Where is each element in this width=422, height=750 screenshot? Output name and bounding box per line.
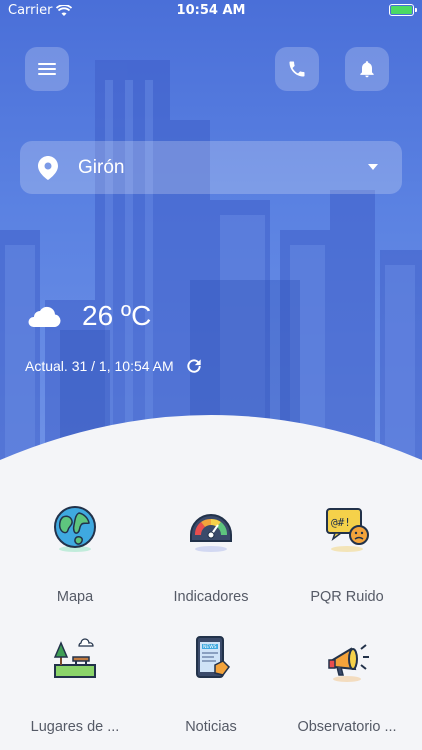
location-name: Girón — [78, 156, 125, 178]
last-update-text: Actual. 31 / 1, 10:54 AM — [25, 358, 174, 374]
last-update: Actual. 31 / 1, 10:54 AM — [25, 356, 204, 376]
noise-complaint-icon: @#! — [326, 508, 369, 552]
menu-item-label: PQR Ruido — [310, 589, 384, 605]
call-button[interactable] — [275, 47, 319, 91]
menu-item-observatorio[interactable]: Observatorio ... — [277, 635, 417, 745]
menu-item-indicadores[interactable]: Indicadores — [141, 505, 281, 615]
menu-item-noticias[interactable]: NEWS Noticias — [141, 635, 281, 745]
menu-item-lugares[interactable]: Lugares de ... — [5, 635, 145, 745]
status-time: 10:54 AM — [176, 3, 246, 18]
bell-icon — [360, 61, 374, 78]
menu-item-label: Mapa — [56, 589, 94, 605]
temperature: 26 ºC — [82, 300, 152, 331]
menu-item-pqr-ruido[interactable]: @#! PQR Ruido — [277, 505, 417, 615]
menu-item-label: Noticias — [185, 719, 237, 735]
svg-text:NEWS: NEWS — [203, 644, 217, 650]
menu-button[interactable] — [25, 47, 69, 91]
header-curve — [0, 415, 422, 480]
megaphone-icon — [328, 644, 369, 682]
cloud-icon — [28, 306, 61, 327]
menu-item-label: Lugares de ... — [30, 719, 120, 735]
park-icon — [53, 638, 96, 678]
menu-item-label: Indicadores — [173, 589, 249, 605]
battery-icon — [389, 4, 417, 16]
chevron-down-icon — [368, 164, 378, 170]
weather-summary: 26 ºC — [28, 300, 151, 332]
menu-item-mapa[interactable]: Mapa — [5, 505, 145, 615]
menu-item-label: Observatorio ... — [297, 719, 397, 735]
svg-text:@#!: @#! — [331, 516, 351, 529]
status-bar: Carrier 10:54 AM — [0, 0, 422, 22]
refresh-icon[interactable] — [184, 356, 204, 376]
notifications-button[interactable] — [345, 47, 389, 91]
phone-icon — [289, 61, 305, 77]
globe-icon — [54, 506, 96, 552]
news-icon: NEWS — [196, 636, 230, 678]
location-pin-icon — [38, 155, 58, 180]
gauge-icon — [190, 514, 232, 552]
location-selector[interactable]: Girón — [20, 141, 402, 194]
hamburger-icon — [38, 63, 56, 75]
